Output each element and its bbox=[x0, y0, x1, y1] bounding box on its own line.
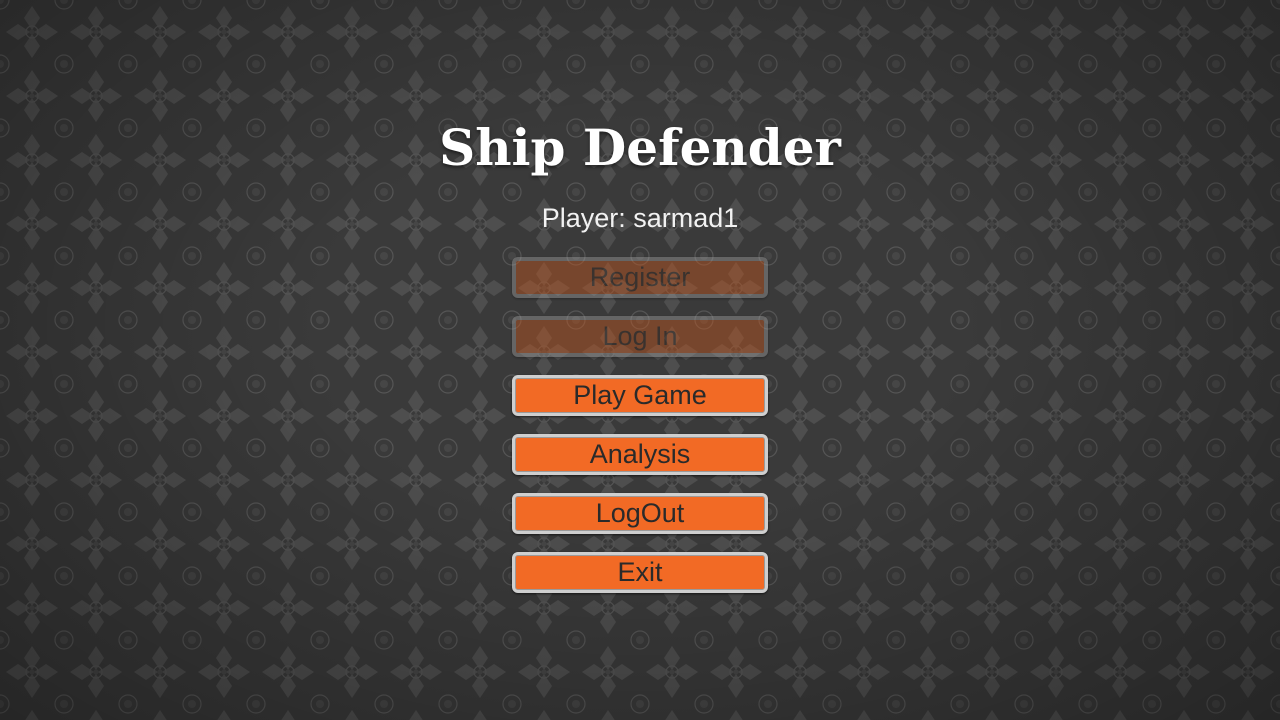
main-menu: Register Log In Play Game Analysis LogOu… bbox=[512, 257, 768, 593]
logout-button[interactable]: LogOut bbox=[512, 493, 768, 534]
register-button[interactable]: Register bbox=[512, 257, 768, 298]
exit-button[interactable]: Exit bbox=[512, 552, 768, 593]
player-name-label: Player: sarmad1 bbox=[541, 203, 739, 233]
analysis-button[interactable]: Analysis bbox=[512, 434, 768, 475]
game-title: Ship Defender bbox=[439, 118, 841, 177]
login-button[interactable]: Log In bbox=[512, 316, 768, 357]
play-game-button[interactable]: Play Game bbox=[512, 375, 768, 416]
